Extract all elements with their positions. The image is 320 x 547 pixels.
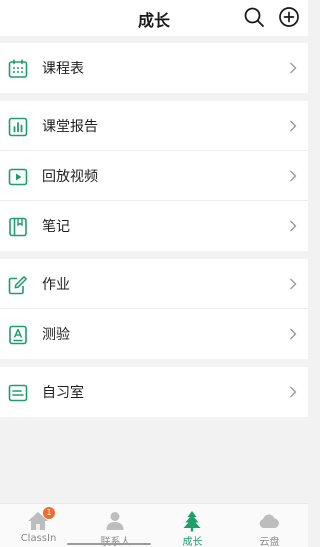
menu-group-schedule: 课程表 xyxy=(0,43,308,93)
menu-item-label: 笔记 xyxy=(42,219,70,235)
tab-label: ClassIn xyxy=(20,533,57,544)
search-icon[interactable] xyxy=(243,6,265,28)
menu-item-label: 测验 xyxy=(42,327,70,343)
study-room-icon xyxy=(8,384,28,402)
menu-group-class: 课堂报告 回放视频 笔记 xyxy=(0,101,308,251)
chevron-right-icon xyxy=(290,220,297,232)
bottom-tab-bar: 1 ClassIn 联系人 成长 云盘 xyxy=(0,503,308,547)
tab-label: 云盘 xyxy=(259,537,280,547)
menu-item-quiz[interactable]: 测验 xyxy=(0,309,308,359)
menu-item-label: 课堂报告 xyxy=(42,119,98,135)
menu-group-practice: 作业 测验 xyxy=(0,259,308,359)
menu-item-homework[interactable]: 作业 xyxy=(0,259,308,309)
tab-classin[interactable]: 1 ClassIn xyxy=(0,504,77,547)
menu-item-notes[interactable]: 笔记 xyxy=(0,201,308,251)
menu-group-study-room: 自习室 xyxy=(0,367,308,417)
tab-label: 成长 xyxy=(182,537,203,547)
edit-icon xyxy=(8,276,27,295)
chevron-right-icon xyxy=(290,120,297,132)
tab-growth[interactable]: 成长 xyxy=(154,504,231,547)
play-icon xyxy=(8,168,28,186)
notebook-icon xyxy=(9,217,27,237)
menu-item-schedule[interactable]: 课程表 xyxy=(0,43,308,93)
chevron-right-icon xyxy=(290,386,297,398)
quiz-icon xyxy=(9,325,27,345)
chevron-right-icon xyxy=(290,328,297,340)
menu-item-label: 作业 xyxy=(42,277,70,293)
cloud-icon xyxy=(259,514,279,528)
home-indicator xyxy=(67,543,151,545)
chevron-right-icon xyxy=(290,278,297,290)
report-icon xyxy=(8,117,28,137)
contacts-icon xyxy=(106,512,124,530)
tab-contacts[interactable]: 联系人 xyxy=(77,504,154,547)
chevron-right-icon xyxy=(290,62,297,74)
tree-icon xyxy=(183,511,201,532)
menu-item-label: 回放视频 xyxy=(42,169,98,185)
menu-item-class-report[interactable]: 课堂报告 xyxy=(0,101,308,151)
top-bar: 成长 xyxy=(0,0,308,36)
menu-item-study-room[interactable]: 自习室 xyxy=(0,367,308,417)
calendar-icon xyxy=(8,59,28,78)
menu-item-label: 课程表 xyxy=(42,61,84,77)
notification-badge: 1 xyxy=(43,507,55,519)
add-icon[interactable] xyxy=(278,6,300,28)
tab-cloud-drive[interactable]: 云盘 xyxy=(231,504,308,547)
menu-item-label: 自习室 xyxy=(42,385,84,401)
menu-item-playback-video[interactable]: 回放视频 xyxy=(0,151,308,201)
chevron-right-icon xyxy=(290,170,297,182)
